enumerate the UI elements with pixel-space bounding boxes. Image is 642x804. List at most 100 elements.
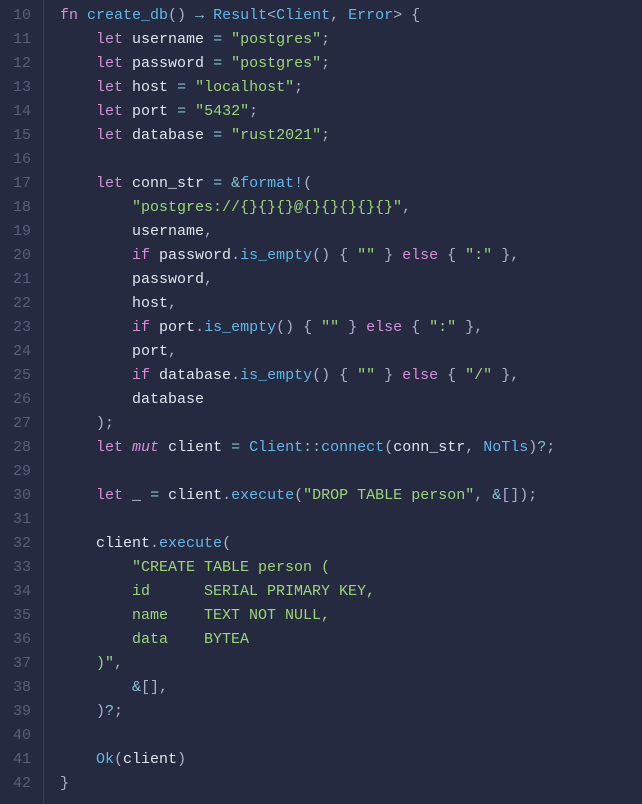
token-pun: ( bbox=[114, 751, 123, 768]
code-line[interactable] bbox=[60, 508, 555, 532]
code-line[interactable]: Ok(client) bbox=[60, 748, 555, 772]
code-line[interactable]: )?; bbox=[60, 700, 555, 724]
code-line[interactable]: let password = "postgres"; bbox=[60, 52, 555, 76]
token-pun bbox=[222, 439, 231, 456]
token-pun: , bbox=[465, 439, 483, 456]
token-str: )" bbox=[60, 655, 114, 672]
code-line[interactable]: let _ = client.execute("DROP TABLE perso… bbox=[60, 484, 555, 508]
line-number: 36 bbox=[8, 628, 31, 652]
token-pun: ; bbox=[321, 55, 330, 72]
token-pun bbox=[204, 175, 213, 192]
token-var: username bbox=[132, 223, 204, 240]
token-pun bbox=[123, 103, 132, 120]
token-pun: . bbox=[222, 487, 231, 504]
token-kw: let bbox=[96, 175, 123, 192]
code-line[interactable]: let mut client = Client::connect(conn_st… bbox=[60, 436, 555, 460]
code-line[interactable]: if database.is_empty() { "" } else { "/"… bbox=[60, 364, 555, 388]
code-editor[interactable]: 1011121314151617181920212223242526272829… bbox=[0, 0, 642, 804]
token-pun: { bbox=[438, 367, 465, 384]
token-mac: format! bbox=[240, 175, 303, 192]
token-str: "localhost" bbox=[195, 79, 294, 96]
token-str: "5432" bbox=[195, 103, 249, 120]
token-pun bbox=[141, 487, 150, 504]
token-pun: , bbox=[168, 295, 177, 312]
token-pun bbox=[60, 271, 132, 288]
token-str: "CREATE TABLE person ( bbox=[132, 559, 330, 576]
code-line[interactable]: let host = "localhost"; bbox=[60, 76, 555, 100]
token-pun bbox=[60, 439, 96, 456]
code-line[interactable]: } bbox=[60, 772, 555, 796]
code-line[interactable]: host, bbox=[60, 292, 555, 316]
token-op: = bbox=[177, 103, 186, 120]
token-pun bbox=[150, 319, 159, 336]
token-str: data BYTEA bbox=[60, 631, 249, 648]
token-pun bbox=[60, 199, 132, 216]
token-pun bbox=[222, 31, 231, 48]
token-kw: let bbox=[96, 127, 123, 144]
token-pun: . bbox=[195, 319, 204, 336]
code-line[interactable]: if password.is_empty() { "" } else { ":"… bbox=[60, 244, 555, 268]
token-pun bbox=[60, 487, 96, 504]
token-pun bbox=[159, 487, 168, 504]
code-line[interactable]: client.execute( bbox=[60, 532, 555, 556]
token-var: host bbox=[132, 79, 168, 96]
token-pun: , bbox=[168, 343, 177, 360]
token-ty: Client bbox=[249, 439, 303, 456]
line-number: 37 bbox=[8, 652, 31, 676]
token-pun bbox=[204, 7, 213, 24]
token-op: = bbox=[231, 439, 240, 456]
code-line[interactable]: &[], bbox=[60, 676, 555, 700]
token-ty: NoTls bbox=[483, 439, 528, 456]
code-line[interactable]: "CREATE TABLE person ( bbox=[60, 556, 555, 580]
code-line[interactable]: fn create_db() → Result<Client, Error> { bbox=[60, 4, 555, 28]
code-line[interactable]: )", bbox=[60, 652, 555, 676]
token-str: name TEXT NOT NULL, bbox=[60, 607, 330, 624]
token-kw: let bbox=[96, 31, 123, 48]
code-line[interactable]: ); bbox=[60, 412, 555, 436]
token-pun bbox=[123, 55, 132, 72]
code-area[interactable]: fn create_db() → Result<Client, Error> {… bbox=[44, 0, 555, 804]
code-line[interactable]: let port = "5432"; bbox=[60, 100, 555, 124]
code-line[interactable]: "postgres://{}{}{}@{}{}{}{}{}", bbox=[60, 196, 555, 220]
token-var: database bbox=[132, 391, 204, 408]
code-line[interactable]: if port.is_empty() { "" } else { ":" }, bbox=[60, 316, 555, 340]
line-number: 19 bbox=[8, 220, 31, 244]
token-pun: [], bbox=[141, 679, 168, 696]
code-line[interactable]: let database = "rust2021"; bbox=[60, 124, 555, 148]
code-line[interactable]: name TEXT NOT NULL, bbox=[60, 604, 555, 628]
token-pun: }, bbox=[456, 319, 483, 336]
code-line[interactable]: password, bbox=[60, 268, 555, 292]
code-line[interactable]: data BYTEA bbox=[60, 628, 555, 652]
token-pun bbox=[150, 247, 159, 264]
code-line[interactable]: database bbox=[60, 388, 555, 412]
token-pun: , bbox=[114, 655, 123, 672]
code-line[interactable]: username, bbox=[60, 220, 555, 244]
token-amp: & bbox=[231, 175, 240, 192]
token-pun bbox=[222, 127, 231, 144]
code-line[interactable]: id SERIAL PRIMARY KEY, bbox=[60, 580, 555, 604]
code-line[interactable]: port, bbox=[60, 340, 555, 364]
code-line[interactable] bbox=[60, 460, 555, 484]
token-pun: () { bbox=[312, 247, 357, 264]
token-fn: is_empty bbox=[240, 247, 312, 264]
token-pun bbox=[60, 223, 132, 240]
token-pun: { bbox=[438, 247, 465, 264]
token-amp: & bbox=[132, 679, 141, 696]
token-pun bbox=[240, 439, 249, 456]
line-number: 32 bbox=[8, 532, 31, 556]
code-line[interactable] bbox=[60, 724, 555, 748]
token-var: port bbox=[132, 103, 168, 120]
token-kw: let bbox=[96, 79, 123, 96]
code-line[interactable] bbox=[60, 148, 555, 172]
token-pun: ; bbox=[321, 127, 330, 144]
token-pun bbox=[60, 31, 96, 48]
code-line[interactable]: let username = "postgres"; bbox=[60, 28, 555, 52]
token-pun: < bbox=[267, 7, 276, 24]
token-pun bbox=[204, 31, 213, 48]
token-var: database bbox=[132, 127, 204, 144]
token-kw: else bbox=[366, 319, 402, 336]
code-line[interactable]: let conn_str = &format!( bbox=[60, 172, 555, 196]
token-fn: execute bbox=[159, 535, 222, 552]
token-op: = bbox=[213, 31, 222, 48]
token-pun bbox=[60, 295, 132, 312]
